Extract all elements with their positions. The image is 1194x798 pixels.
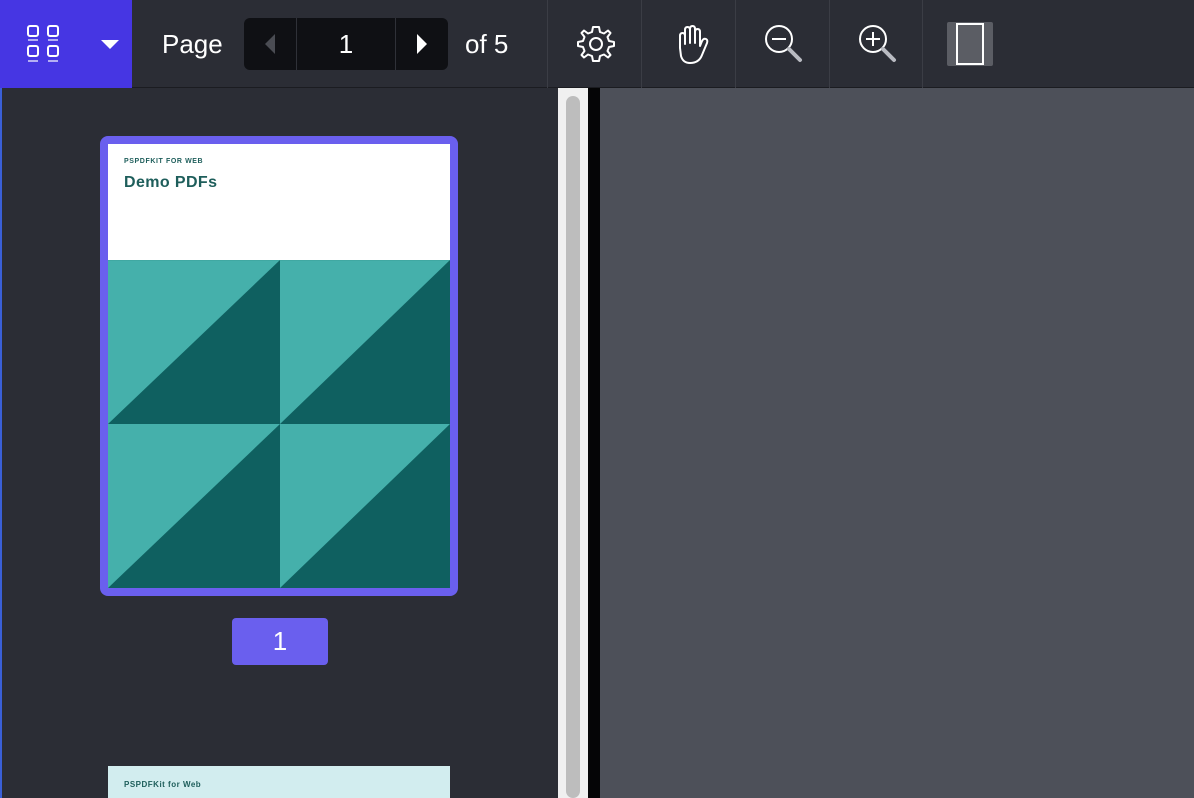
sidebar-toggle-button[interactable] bbox=[0, 0, 132, 88]
page-navigator: 1 bbox=[244, 18, 448, 70]
thumbnail-brand: PSPDFKIT FOR WEB bbox=[124, 158, 204, 165]
scrollbar-thumb[interactable] bbox=[566, 96, 580, 798]
zoom-in-icon bbox=[859, 25, 896, 62]
zoom-out-icon bbox=[765, 25, 802, 62]
hand-icon bbox=[679, 25, 709, 64]
settings-button[interactable] bbox=[547, 0, 641, 88]
main-toolbar: Page 1 of 5 bbox=[0, 0, 1194, 88]
next-page-icon bbox=[417, 34, 427, 54]
thumbnail-title: Demo PDFs bbox=[124, 174, 218, 191]
next-page-button[interactable] bbox=[396, 18, 448, 70]
thumbnail-page-number: 1 bbox=[232, 618, 328, 665]
current-page-input[interactable]: 1 bbox=[297, 18, 395, 70]
zoom-in-button[interactable] bbox=[829, 0, 923, 88]
prev-page-icon bbox=[265, 34, 275, 54]
page-layout-button[interactable] bbox=[923, 0, 1016, 88]
splitter[interactable] bbox=[588, 88, 600, 798]
thumbnail-page: PSPDFKIT FOR WEB Demo PDFs bbox=[108, 144, 450, 588]
total-pages-label: of 5 bbox=[465, 29, 509, 59]
page-thumbnail-1[interactable]: PSPDFKIT FOR WEB Demo PDFs bbox=[100, 136, 458, 596]
chevron-down-icon[interactable] bbox=[101, 40, 119, 50]
sidebar-scrollbar[interactable] bbox=[558, 88, 588, 798]
thumbnails-grid-icon bbox=[27, 25, 59, 62]
pan-tool-button[interactable] bbox=[641, 0, 735, 88]
prev-page-button[interactable] bbox=[244, 18, 296, 70]
thumbnail-sidebar: PSPDFKIT FOR WEB Demo PDFs 1 PSPDFKit fo… bbox=[0, 88, 558, 798]
cover-pattern bbox=[108, 260, 450, 588]
document-viewport[interactable] bbox=[600, 88, 1194, 798]
thumbnail-brand: PSPDFKit for Web bbox=[124, 780, 202, 789]
single-page-layout-icon bbox=[947, 22, 993, 66]
page-thumbnail-2[interactable]: PSPDFKit for Web bbox=[108, 766, 450, 798]
zoom-out-button[interactable] bbox=[735, 0, 829, 88]
page-label: Page bbox=[162, 29, 223, 59]
gear-icon bbox=[577, 26, 615, 62]
